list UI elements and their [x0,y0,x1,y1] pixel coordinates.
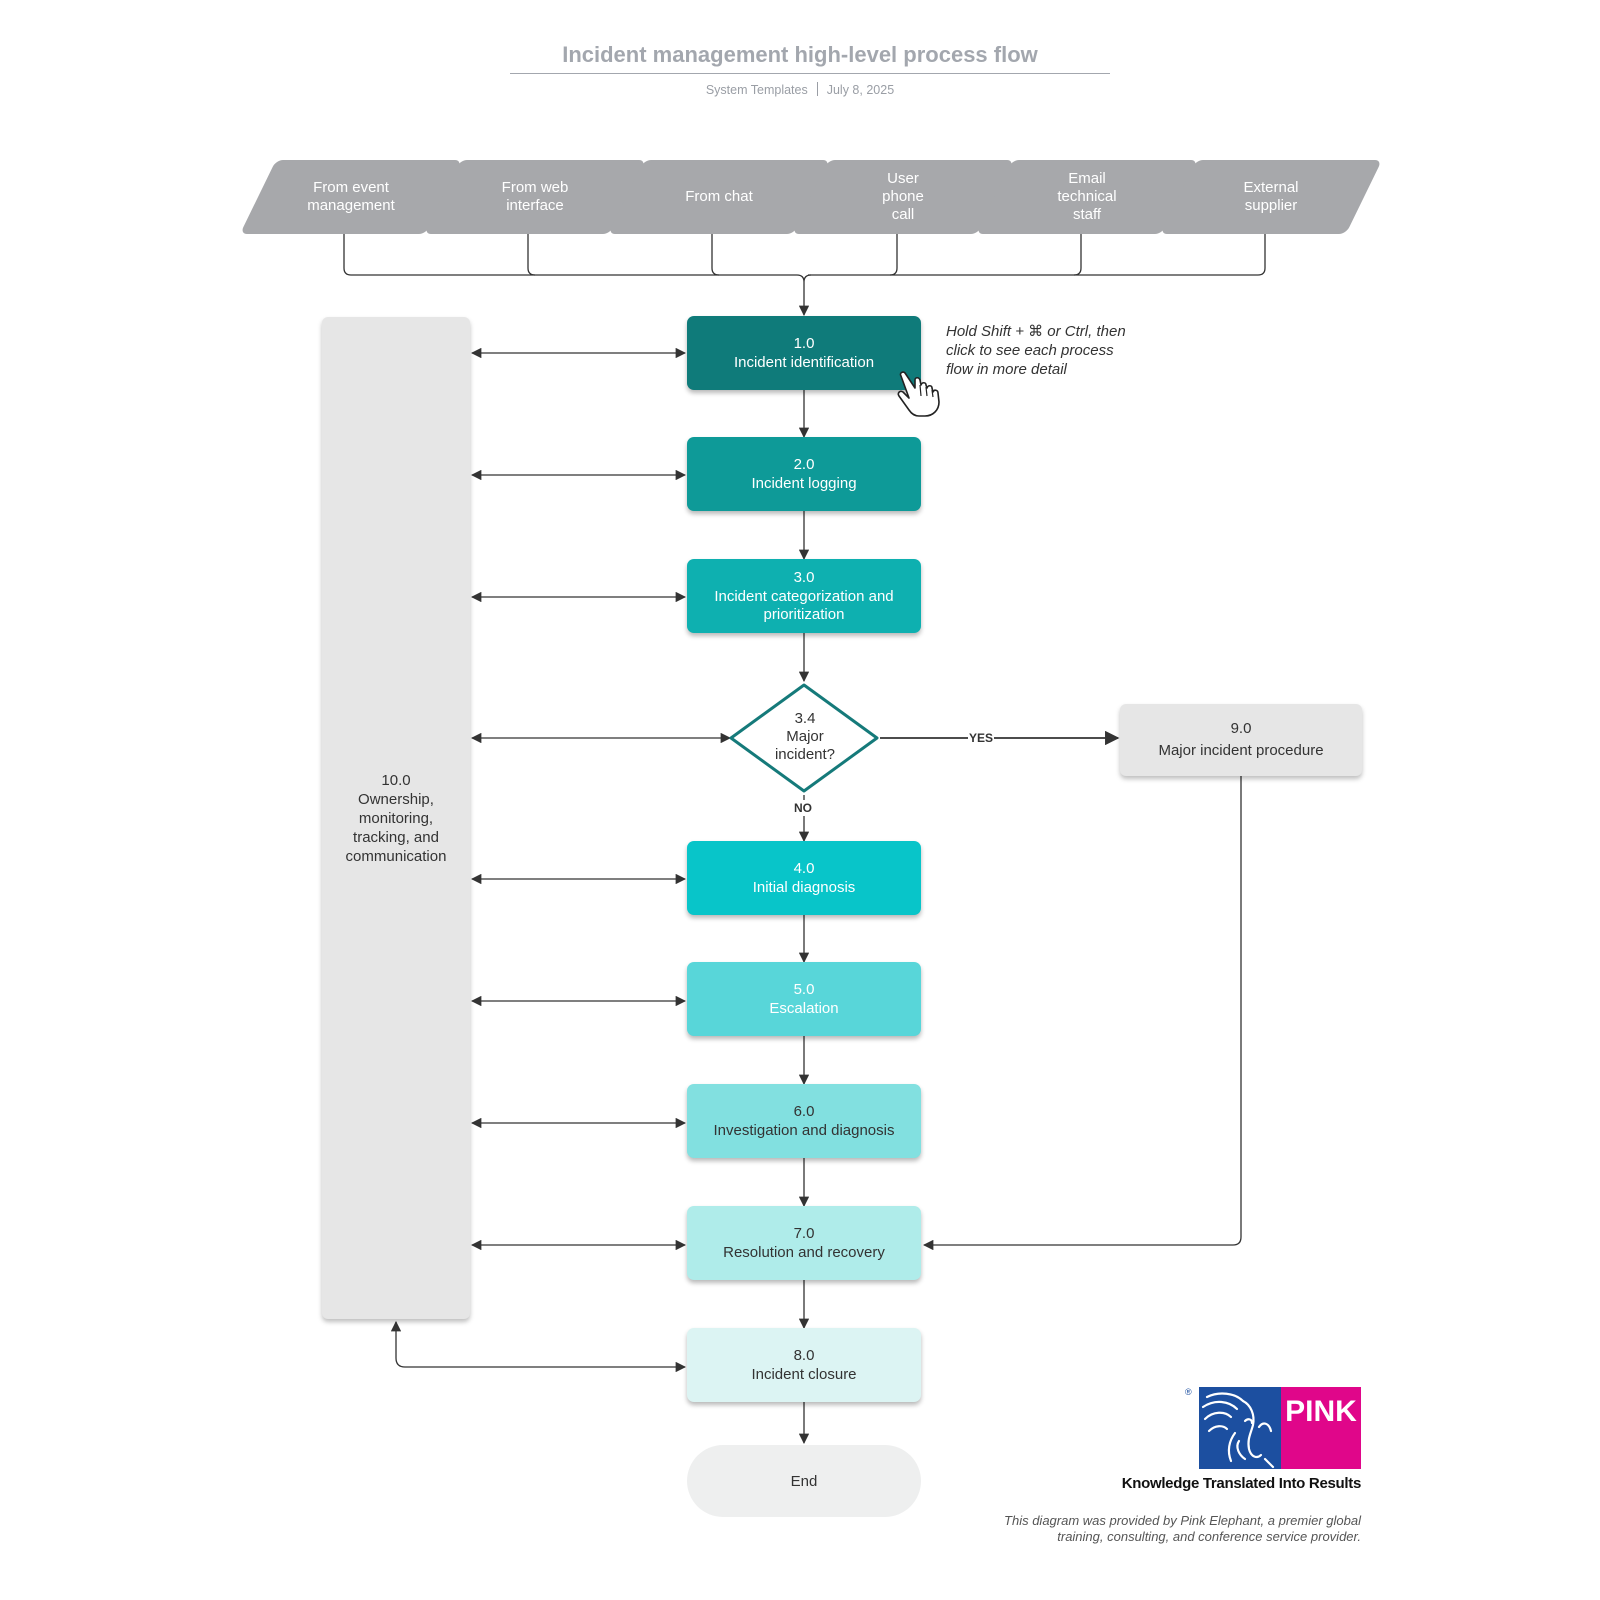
step-number: 7.0 [793,1225,815,1242]
input-connector [711,234,720,276]
step-number: 4.0 [793,860,815,877]
step-number: 9.0 [1230,720,1252,737]
step-investigation-diagnosis[interactable]: 6.0 Investigation and diagnosis [687,1084,921,1158]
step-label: Initial diagnosis [752,879,856,896]
end-label: End [790,1472,818,1490]
input-from-event-management[interactable]: From event management [239,160,463,234]
input-connector [343,234,797,276]
hint-note: Hold Shift + ⌘ or Ctrl, then click to se… [946,323,1126,378]
step-label: Incident closure [751,1366,857,1383]
step-label: Incident identification [733,354,875,371]
title-divider [510,73,1110,74]
yes-label: YES [968,731,995,745]
step-number: 1.0 [793,335,815,352]
step-label: Incident categorization and prioritizati… [714,588,894,623]
closure-to-ownership-arrow [390,1320,687,1373]
input-label: Email technical staff [1057,170,1117,223]
step-incident-closure[interactable]: 8.0 Incident closure [687,1328,921,1402]
step-label: Escalation [769,1000,839,1017]
major-incident-procedure[interactable]: 9.0 Major incident procedure [1120,704,1362,776]
input-from-chat[interactable]: From chat [607,160,831,234]
step-label: Incident logging [751,475,857,492]
decision-label: 3.4 Major incident? [774,710,836,763]
step-label: Major incident procedure [1158,742,1324,759]
input-email-technical-staff[interactable]: Email technical staff [975,160,1199,234]
step-number: 3.0 [793,569,815,586]
step-incident-identification[interactable]: 1.0 Incident identification [687,316,921,390]
input-external-supplier[interactable]: External supplier [1159,160,1383,234]
hand-pointer-icon [897,371,940,417]
step-escalation[interactable]: 5.0 Escalation [687,962,921,1036]
input-label: User phone call [882,170,924,223]
pink-elephant-logo: PINK [1199,1387,1361,1469]
ownership-panel[interactable]: 10.0 Ownership, monitoring, tracking, an… [322,317,470,1319]
step-label: Investigation and diagnosis [713,1122,895,1139]
page-subtitle: System Templates July 8, 2025 [0,82,1600,97]
input-connector [527,234,536,276]
registered-mark: ® [1185,1387,1192,1397]
step-incident-logging[interactable]: 2.0 Incident logging [687,437,921,511]
step-initial-diagnosis[interactable]: 4.0 Initial diagnosis [687,841,921,915]
input-label: From chat [685,188,753,205]
input-label: From event management [307,179,395,214]
ownership-label: 10.0 Ownership, monitoring, tracking, an… [345,771,447,865]
step-label: Resolution and recovery [723,1244,885,1261]
major-to-resolution-arrow [922,776,1242,1251]
page-title: Incident management high-level process f… [562,42,1038,67]
end-terminator: End [687,1445,921,1517]
input-user-phone-call[interactable]: User phone call [791,160,1015,234]
input-label: From web interface [501,179,569,214]
no-label: NO [792,800,814,816]
step-number: 2.0 [793,456,815,473]
input-connector [1073,234,1082,276]
input-label: External supplier [1243,179,1299,214]
input-connector [808,234,1266,276]
author: System Templates [705,83,808,97]
logo-brand-text: PINK [1285,1395,1357,1428]
input-connector [889,234,898,276]
input-from-web-interface[interactable]: From web interface [423,160,647,234]
subtitle-separator [816,82,818,96]
date: July 8, 2025 [826,83,895,97]
logo-tagline: Knowledge Translated Into Results [1121,1475,1362,1492]
step-resolution-recovery[interactable]: 7.0 Resolution and recovery [687,1206,921,1280]
step-number: 5.0 [793,981,815,998]
step-number: 8.0 [793,1347,815,1364]
step-number: 6.0 [793,1103,815,1120]
step-incident-categorization[interactable]: 3.0 Incident categorization and prioritiz… [687,559,921,633]
credit-note: This diagram was provided by Pink Elepha… [1004,1513,1361,1544]
merge-arrow [797,274,811,315]
